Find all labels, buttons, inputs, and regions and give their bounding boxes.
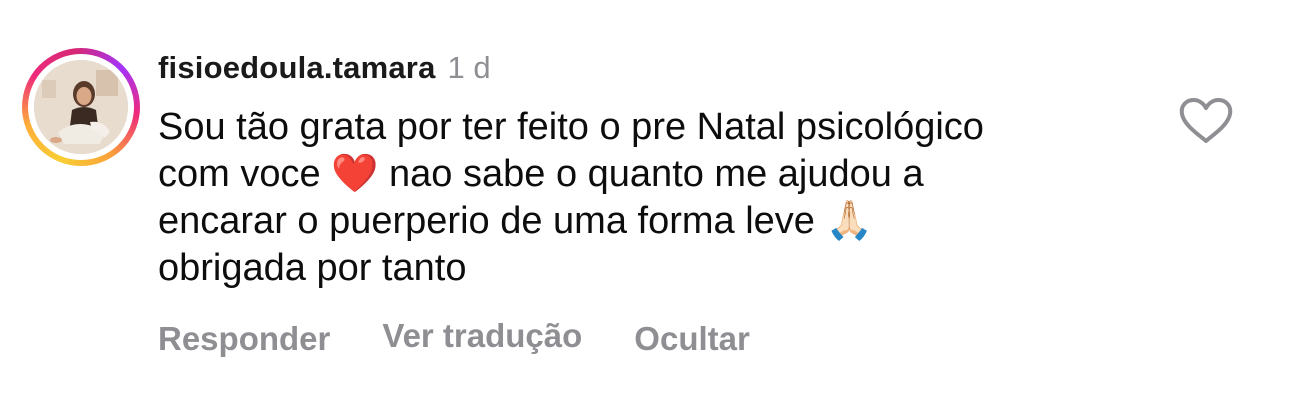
comment-header: fisioedoula.tamara 1 d [158,50,491,90]
comment-item: fisioedoula.tamara 1 d Sou tão grata por… [0,0,1290,418]
comment-body: Sou tão grata por ter feito o pre Natal … [158,104,1138,292]
avatar-ring-gap [28,54,134,160]
hide-button[interactable]: Ocultar [634,320,750,358]
reply-button[interactable]: Responder [158,320,330,358]
comment-actions: Responder Ver tradução Ocultar [158,317,750,358]
comment-text-line: obrigada por tanto [158,247,467,289]
comment-timestamp: 1 d [447,50,491,85]
heart-outline-icon [1179,98,1233,143]
username-link[interactable]: fisioedoula.tamara [158,50,436,86]
story-ring[interactable] [22,48,140,166]
comment-text-line: Sou tão grata por ter feito o pre Natal … [158,106,984,148]
like-button[interactable] [1178,96,1234,146]
comment-text-line: encarar o puerperio de uma forma leve 🙏🏻 [158,200,873,242]
avatar[interactable] [34,60,128,154]
comment-text-line: com voce ❤️ nao sabe o quanto me ajudou … [158,153,924,195]
avatar-photo-icon [34,60,128,154]
see-translation-button[interactable]: Ver tradução [382,317,582,355]
